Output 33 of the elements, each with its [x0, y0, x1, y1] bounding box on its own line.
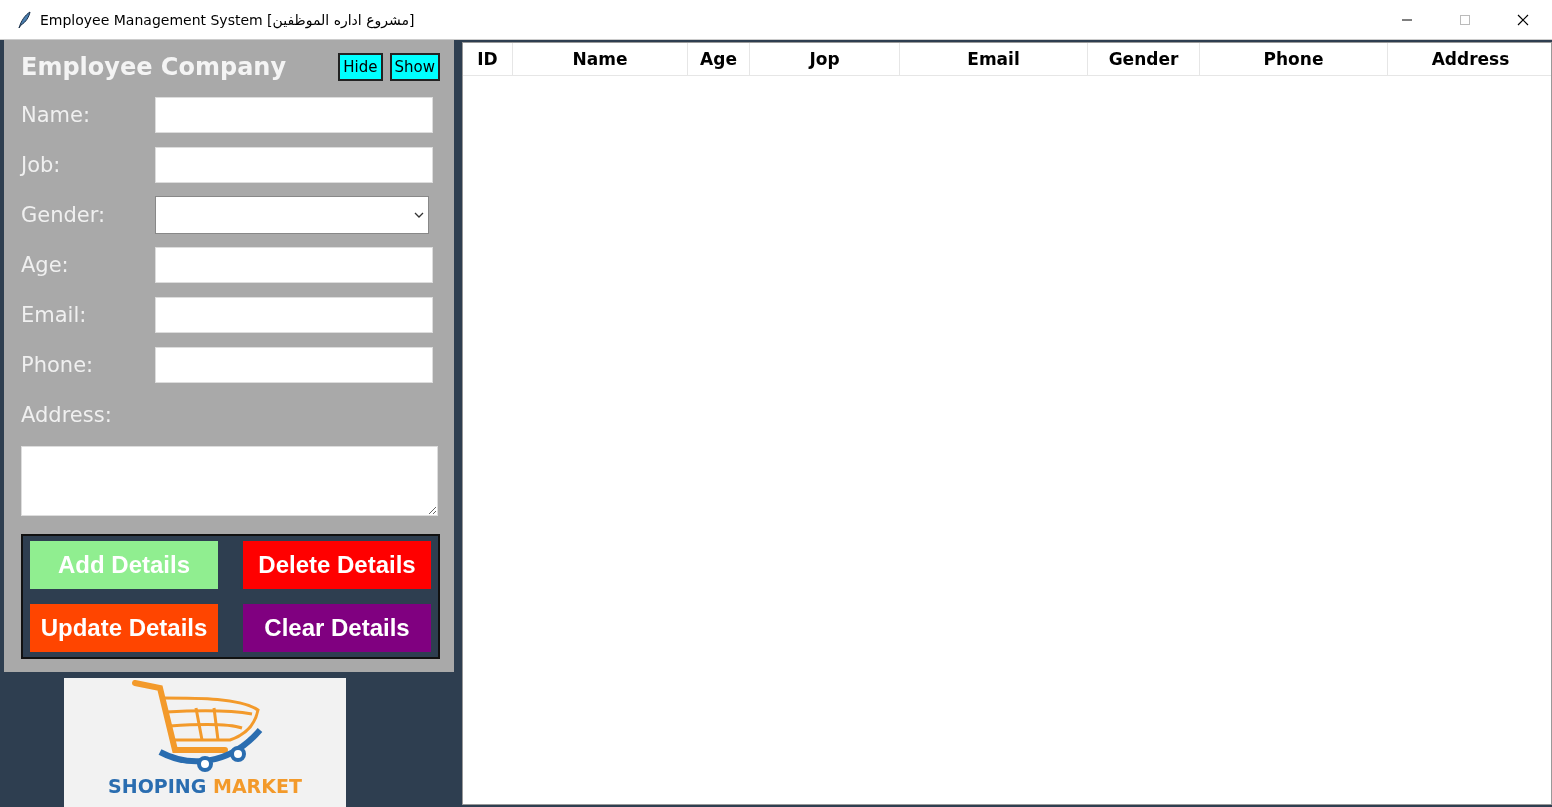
input-field[interactable] — [155, 297, 433, 333]
column-header[interactable]: ID — [463, 43, 513, 75]
column-header[interactable]: Email — [900, 43, 1088, 75]
text-area[interactable] — [21, 446, 438, 516]
caret-icon — [414, 212, 424, 218]
input-field[interactable] — [155, 147, 433, 183]
field-label: Email: — [20, 303, 88, 327]
toggle-button[interactable]: Show — [389, 53, 440, 81]
toggle-button[interactable]: Hide — [338, 53, 383, 81]
column-header[interactable]: Address — [1388, 43, 1552, 75]
input-field[interactable] — [155, 97, 433, 133]
column-header[interactable]: Phone — [1200, 43, 1388, 75]
window-title: Employee Management System [مشروع اداره الموظفين] — [40, 11, 415, 28]
column-header[interactable]: Name — [513, 43, 688, 75]
field-label: Phone: — [20, 353, 95, 377]
field-label: Address: — [20, 403, 113, 427]
column-header[interactable]: Gender — [1088, 43, 1200, 75]
logo-text: SHOPING MARKET — [108, 775, 302, 798]
close-icon[interactable] — [1517, 13, 1529, 26]
input-field[interactable] — [155, 347, 433, 383]
action-button[interactable]: Clear Details — [243, 604, 431, 652]
action-button[interactable]: Delete Details — [243, 541, 431, 589]
column-header[interactable]: Age — [688, 43, 750, 75]
field-label: Job: — [19, 153, 62, 177]
feather-icon — [16, 10, 32, 29]
field-label: Gender: — [20, 203, 107, 227]
company-heading: Employee Company — [20, 53, 288, 81]
field-label: Age: — [20, 253, 70, 277]
input-field[interactable] — [155, 247, 433, 283]
column-header[interactable]: Jop — [750, 43, 900, 75]
field-label: Name: — [20, 103, 92, 127]
dropdown-field[interactable] — [155, 196, 429, 234]
maximize-icon[interactable] — [1459, 13, 1471, 26]
